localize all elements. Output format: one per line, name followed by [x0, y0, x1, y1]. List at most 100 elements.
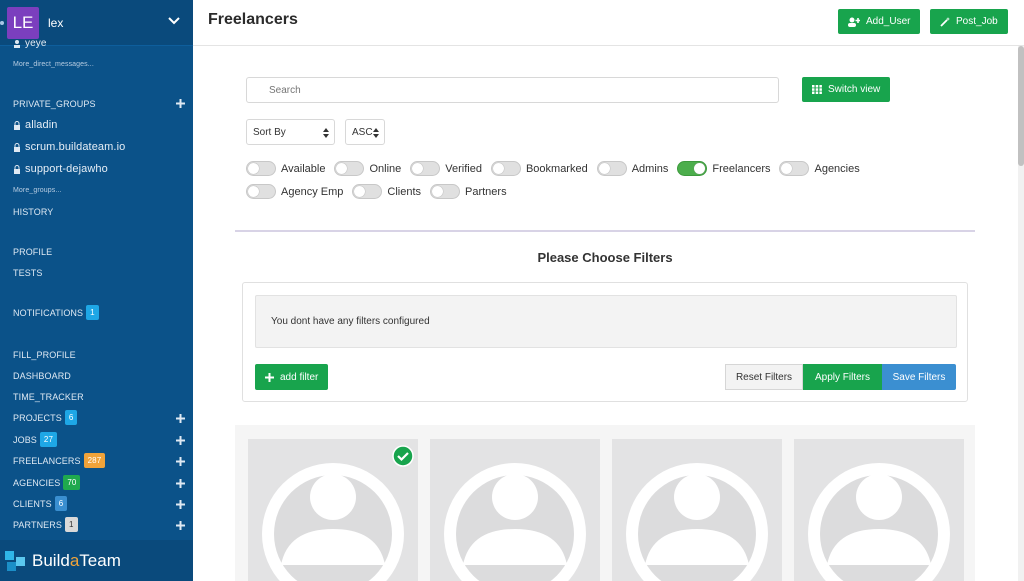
freelancers-badge: 287 [83, 453, 106, 468]
toggle-label: Admins [631, 162, 669, 175]
toggle-switch[interactable] [410, 161, 441, 176]
sort-arrows-icon [373, 128, 379, 138]
plus-icon[interactable] [176, 99, 185, 108]
add-filter-label: add filter [280, 371, 319, 383]
toggle-label: Freelancers [712, 162, 771, 175]
sidebar-item-label: PARTNERS [13, 519, 62, 530]
lock-icon [14, 142, 20, 152]
toggle-clients[interactable]: Clients [352, 184, 421, 199]
sidebar-item-notifications[interactable]: NOTIFICATIONS 1 [13, 305, 99, 320]
page-scrollbar[interactable] [1018, 46, 1024, 581]
user-icon [14, 40, 20, 48]
reset-filters-button[interactable]: Reset Filters [725, 364, 803, 390]
clients-badge: 6 [54, 496, 68, 511]
sidebar-item-agencies[interactable]: AGENCIES 70 [13, 475, 81, 490]
agencies-badge: 70 [63, 475, 81, 490]
sidebar-item-profile[interactable]: PROFILE [13, 247, 52, 257]
sort-by-value: Sort By [253, 126, 286, 138]
username: lex [48, 15, 64, 30]
plus-icon[interactable] [176, 457, 185, 466]
sidebar-item-fill-profile[interactable]: FILL_PROFILE [13, 350, 76, 360]
section-divider [235, 230, 975, 232]
toggle-switch[interactable] [246, 161, 276, 176]
grid-icon [812, 85, 822, 94]
apply-filters-button[interactable]: Apply Filters [803, 364, 882, 390]
toggle-switch-on[interactable] [677, 161, 708, 176]
chevron-down-icon[interactable] [167, 14, 181, 28]
toggle-switch[interactable] [352, 184, 383, 199]
toggle-agency-emp[interactable]: Agency Emp [246, 184, 343, 199]
toggle-label: Available [281, 162, 326, 175]
toggle-online[interactable]: Online [334, 161, 401, 176]
plus-icon[interactable] [176, 500, 185, 509]
plus-icon[interactable] [176, 521, 185, 530]
status-dot [0, 21, 4, 25]
sidebar-item-label: CLIENTS [13, 498, 52, 509]
plus-icon[interactable] [176, 436, 185, 445]
search-input[interactable] [246, 77, 779, 103]
sort-order-select[interactable]: ASC [345, 119, 385, 145]
sidebar-dm-label: yeye [25, 38, 47, 49]
sidebar-private-groups[interactable]: PRIVATE_GROUPS [13, 99, 96, 109]
sidebar-item-freelancers[interactable]: FREELANCERS 287 [13, 453, 106, 468]
add-user-icon [848, 17, 860, 27]
toggle-switch[interactable] [334, 161, 365, 176]
more-dms-link[interactable]: More_direct_messages... [13, 61, 94, 68]
topbar: Freelancers Add_User Post_Job [193, 0, 1024, 46]
toggle-switch[interactable] [779, 161, 810, 176]
sort-order-value: ASC [352, 126, 373, 138]
plus-icon[interactable] [176, 414, 185, 423]
post-job-label: Post_Job [956, 16, 998, 27]
sidebar-group-alladin[interactable]: alladin [13, 119, 58, 131]
sidebar-dm-item[interactable]: yeye [13, 38, 47, 49]
sidebar-item-clients[interactable]: CLIENTS 6 [13, 496, 68, 511]
plus-icon[interactable] [176, 479, 185, 488]
sidebar-item-tests[interactable]: TESTS [13, 268, 43, 278]
avatar-placeholder-icon [626, 463, 768, 581]
toggle-switch[interactable] [246, 184, 276, 199]
sidebar-item-dashboard[interactable]: DASHBOARD [13, 371, 71, 381]
avatar-placeholder-icon [444, 463, 586, 581]
avatar[interactable]: LE [7, 6, 39, 39]
sidebar-item-projects[interactable]: PROJECTS 6 [13, 410, 78, 425]
toggle-switch[interactable] [430, 184, 460, 199]
verified-check-icon [392, 445, 414, 467]
toggle-admins[interactable]: Admins [596, 161, 669, 176]
switch-view-button[interactable]: Switch view [802, 77, 891, 102]
toggle-partners[interactable]: Partners [430, 184, 507, 199]
toggle-bookmarked[interactable]: Bookmarked [490, 161, 588, 176]
avatar-placeholder-icon [808, 463, 950, 581]
more-groups-link[interactable]: More_groups... [13, 187, 61, 194]
sidebar-item-jobs[interactable]: JOBS 27 [13, 432, 58, 447]
add-user-button[interactable]: Add_User [838, 9, 921, 34]
sidebar-group-label: alladin [25, 119, 58, 131]
freelancer-card[interactable] [430, 439, 600, 581]
freelancer-card[interactable] [612, 439, 782, 581]
sidebar: LE lex yeye More_direct_messages... PRIV… [0, 0, 193, 581]
filter-toggles-row-2: Agency Emp Clients Partners [246, 184, 516, 199]
sidebar-item-history[interactable]: HISTORY [13, 207, 53, 217]
add-filter-button[interactable]: add filter [255, 364, 329, 390]
sidebar-item-label: FREELANCERS [13, 455, 81, 466]
filters-empty-message: You dont have any filters configured [255, 295, 957, 348]
toggle-label: Agencies [814, 162, 860, 175]
post-job-button[interactable]: Post_Job [930, 9, 1008, 34]
save-filters-button[interactable]: Save Filters [882, 364, 956, 390]
toggle-verified[interactable]: Verified [410, 161, 482, 176]
freelancer-card[interactable] [794, 439, 964, 581]
sidebar-group-scrum[interactable]: scrum.buildateam.io [13, 141, 125, 153]
freelancer-card[interactable] [248, 439, 418, 581]
jobs-badge: 27 [39, 432, 58, 447]
brand-footer: BuildaTeam [0, 540, 193, 581]
sidebar-item-time-tracker[interactable]: TIME_TRACKER [13, 392, 84, 402]
scrollbar-thumb[interactable] [1018, 46, 1024, 166]
sort-by-select[interactable]: Sort By [246, 119, 335, 145]
toggle-available[interactable]: Available [246, 161, 325, 176]
toggle-switch[interactable] [490, 161, 521, 176]
toggle-freelancers[interactable]: Freelancers [677, 161, 770, 176]
toggle-switch[interactable] [596, 161, 627, 176]
toggle-agencies[interactable]: Agencies [779, 161, 860, 176]
sidebar-group-support[interactable]: support-dejawho [13, 163, 108, 175]
sidebar-item-partners[interactable]: PARTNERS 1 [13, 517, 78, 532]
sidebar-item-label: AGENCIES [13, 477, 61, 488]
